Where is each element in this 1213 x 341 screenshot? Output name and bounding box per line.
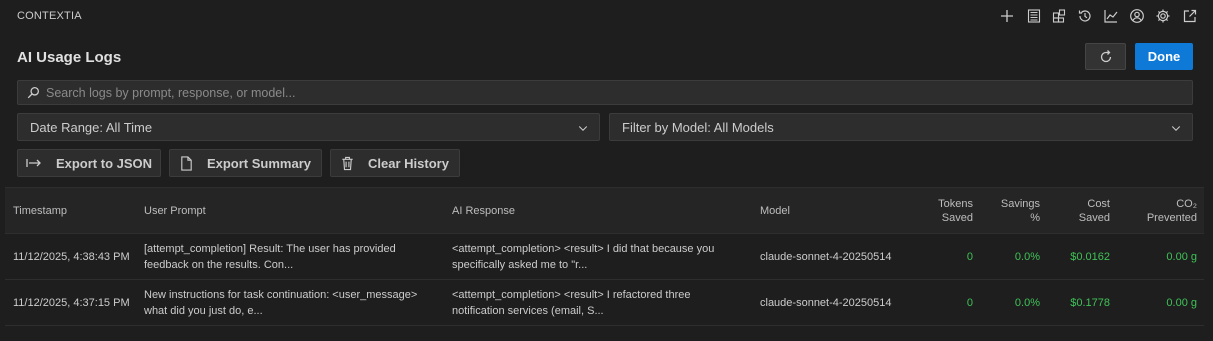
- model-filter-value: Filter by Model: All Models: [622, 120, 774, 135]
- done-button[interactable]: Done: [1135, 43, 1193, 70]
- page-title: AI Usage Logs: [17, 49, 122, 66]
- chevron-down-icon: [1171, 126, 1181, 131]
- refresh-icon: [1100, 49, 1111, 62]
- cell-response-line1: <attempt_completion> <result> I did that…: [452, 243, 715, 255]
- model-filter-select[interactable]: Filter by Model: All Models: [609, 113, 1193, 141]
- cell-prompt-line1: [attempt_completion] Result: The user ha…: [144, 243, 396, 255]
- cell-timestamp: 11/12/2025, 4:38:43 PM: [13, 251, 130, 263]
- cell-response-line2: specifically asked me to "r...: [452, 259, 588, 271]
- clear-history-label: Clear History: [368, 155, 449, 171]
- cell-cost-saved: $0.1778: [1070, 297, 1110, 309]
- cell-savings: 0.0%: [1014, 251, 1040, 263]
- list-icon[interactable]: [1024, 6, 1044, 26]
- cell-response-line2: notification services (email, S...: [452, 305, 604, 317]
- header-cost-saved-line1[interactable]: Cost: [1087, 197, 1110, 211]
- open-external-icon[interactable]: [1180, 6, 1200, 26]
- cell-timestamp: 11/12/2025, 4:37:15 PM: [13, 297, 130, 309]
- table-header: Timestamp User Prompt AI Response Model …: [5, 187, 1204, 234]
- refresh-button[interactable]: [1085, 43, 1126, 70]
- file-icon: [181, 155, 192, 171]
- header-savings-line2[interactable]: %: [1030, 211, 1040, 225]
- date-range-select[interactable]: Date Range: All Time: [17, 113, 600, 141]
- search-icon: [27, 86, 40, 99]
- header-model[interactable]: Model: [760, 204, 790, 218]
- header-cost-saved-line2[interactable]: Saved: [1079, 211, 1110, 225]
- header-tokens-saved-line1[interactable]: Tokens: [938, 197, 973, 211]
- date-range-value: Date Range: All Time: [30, 120, 153, 135]
- chevron-down-icon: [578, 126, 588, 131]
- header-ai-response[interactable]: AI Response: [452, 204, 515, 218]
- plus-icon[interactable]: [997, 6, 1017, 26]
- export-json-button[interactable]: Export to JSON: [17, 149, 161, 177]
- cell-cost-saved: $0.0162: [1070, 251, 1110, 263]
- cell-savings: 0.0%: [1014, 297, 1040, 309]
- cell-prompt-line2: what did you just do, e...: [144, 305, 263, 317]
- search-input[interactable]: [46, 81, 1176, 104]
- extensions-icon[interactable]: [1049, 6, 1069, 26]
- header-tokens-saved-line2[interactable]: Saved: [942, 211, 973, 225]
- header-timestamp[interactable]: Timestamp: [13, 204, 67, 218]
- cell-co2: 0.00 g: [1166, 297, 1197, 309]
- export-json-label: Export to JSON: [55, 155, 153, 171]
- header-savings-line1[interactable]: Savings: [1001, 197, 1040, 211]
- export-arrow-icon: [26, 159, 41, 167]
- export-summary-label: Export Summary: [206, 155, 312, 171]
- header-user-prompt[interactable]: User Prompt: [144, 204, 206, 218]
- history-icon[interactable]: [1075, 6, 1095, 26]
- settings-icon[interactable]: [1153, 6, 1173, 26]
- export-summary-button[interactable]: Export Summary: [169, 149, 322, 177]
- cell-tokens-saved: 0: [966, 297, 973, 309]
- table-row[interactable]: 11/12/2025, 4:37:15 PM New instructions …: [5, 280, 1204, 326]
- account-icon[interactable]: [1127, 6, 1147, 26]
- search-bar: [17, 80, 1193, 105]
- cell-model: claude-sonnet-4-20250514: [760, 251, 892, 263]
- cell-co2: 0.00 g: [1166, 251, 1197, 263]
- app-title: CONTEXTIA: [17, 10, 82, 22]
- chart-icon[interactable]: [1101, 6, 1121, 26]
- trash-icon: [342, 156, 353, 170]
- clear-history-button[interactable]: Clear History: [330, 149, 460, 177]
- header-co2-line1[interactable]: CO₂: [1176, 197, 1197, 211]
- cell-response-line1: <attempt_completion> <result> I refactor…: [452, 289, 691, 301]
- cell-tokens-saved: 0: [966, 251, 973, 263]
- cell-prompt-line2: feedback on the results. Con...: [144, 259, 294, 271]
- top-bar: CONTEXTIA: [0, 0, 1213, 32]
- table-row[interactable]: 11/12/2025, 4:38:43 PM [attempt_completi…: [5, 234, 1204, 280]
- cell-prompt-line1: New instructions for task continuation: …: [144, 289, 418, 301]
- cell-model: claude-sonnet-4-20250514: [760, 297, 892, 309]
- header-co2-line2[interactable]: Prevented: [1147, 211, 1197, 225]
